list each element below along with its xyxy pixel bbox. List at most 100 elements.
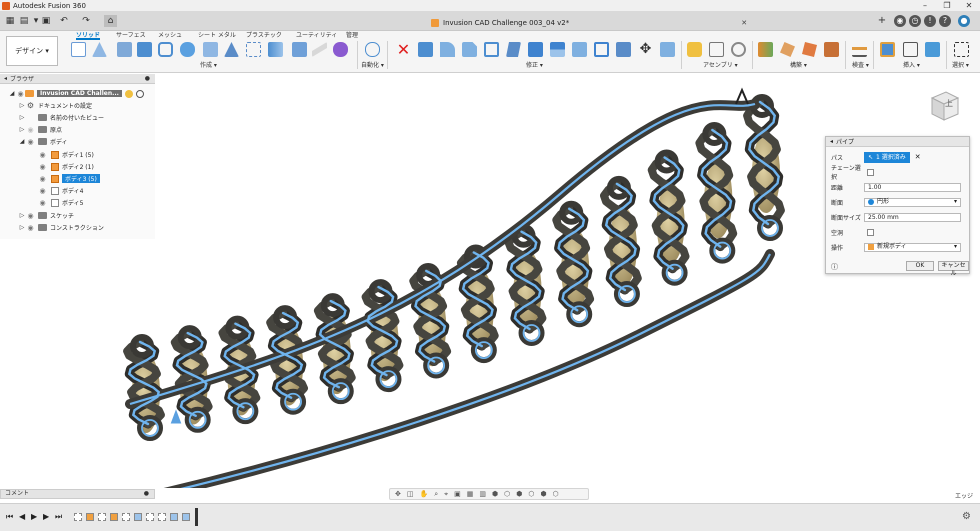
visibility-eye-icon[interactable]: ◉ [16, 90, 25, 98]
play-icon[interactable]: ▶ [31, 512, 37, 521]
file-menu-icon[interactable]: ▤ [18, 15, 30, 27]
add-comment-icon[interactable]: ● [144, 490, 149, 498]
create-group-label[interactable]: 作成 ▾ [200, 60, 217, 69]
tree-item-body1[interactable]: ◉ ボディ1 (5) [38, 149, 94, 160]
extrude-icon[interactable] [92, 42, 107, 57]
visibility-eye-icon[interactable]: ◉ [26, 212, 35, 220]
expand-arrow-icon[interactable]: ◢ [8, 90, 16, 97]
extensions-icon[interactable]: ◉ [894, 15, 906, 27]
tangent-plane-icon[interactable] [802, 42, 817, 57]
form-icon[interactable] [333, 42, 348, 57]
align-icon[interactable] [660, 42, 675, 57]
hole-icon[interactable] [158, 42, 173, 57]
fillet-icon[interactable] [440, 42, 455, 57]
maximize-icon[interactable]: ❐ [936, 0, 958, 11]
twisted-lattice-body[interactable] [123, 94, 785, 499]
select-group-label[interactable]: 選択 ▾ [952, 60, 969, 69]
minimize-icon[interactable]: – [914, 0, 936, 11]
collapse-icon[interactable]: ◂ [4, 75, 7, 82]
loft-icon[interactable] [203, 42, 218, 57]
selected-pipe-path[interactable] [127, 100, 780, 496]
tree-item-named-views[interactable]: ▷ 名前の付いたビュー [18, 112, 104, 123]
help-icon[interactable]: ? [939, 15, 951, 27]
expand-arrow-icon[interactable]: ▷ [18, 126, 26, 133]
radio-active-icon[interactable] [135, 89, 144, 98]
wireframe-view-icon[interactable]: ⬡ [504, 490, 510, 498]
close-tab-icon[interactable]: ✕ [741, 19, 747, 27]
pattern-icon[interactable] [292, 42, 307, 57]
expand-arrow-icon[interactable]: ▷ [18, 212, 26, 219]
section-size-input[interactable]: 25.00 mm [864, 212, 961, 222]
automate-group-label[interactable]: 自動化 ▾ [361, 60, 384, 69]
info-icon[interactable]: ⓘ [831, 262, 838, 272]
tab-plastic[interactable]: プラスチック [246, 31, 282, 40]
path-selection-button[interactable]: ↖ 1 選択済み [864, 151, 910, 163]
home-icon[interactable]: ⌂ [104, 15, 117, 27]
automate-icon[interactable] [365, 42, 380, 57]
delete-icon[interactable]: ✕ [396, 42, 411, 58]
orbit-icon[interactable]: ✥ [395, 490, 401, 498]
expand-arrow-icon[interactable]: ◢ [18, 138, 26, 145]
joint-icon[interactable] [709, 42, 724, 57]
distance-input[interactable]: 1.00 [864, 182, 961, 192]
fit-icon[interactable]: ⌖ [444, 490, 448, 499]
pan-icon[interactable]: ✋ [420, 490, 429, 498]
comments-panel[interactable]: コメント ● [0, 489, 155, 499]
combine-icon[interactable] [550, 42, 565, 57]
tab-solid[interactable]: ソリッド [76, 31, 101, 40]
visibility-eye-icon[interactable]: ◉ [26, 126, 35, 134]
visibility-eye-icon[interactable]: ◉ [38, 175, 47, 183]
visibility-eye-icon[interactable]: ◉ [26, 138, 35, 146]
document-tab[interactable]: Invusion CAD Challenge 003_04 v2* ✕ [425, 14, 753, 31]
section-dropdown[interactable]: 円形 ▾ [864, 197, 961, 207]
modify-group-label[interactable]: 修正 ▾ [526, 60, 543, 69]
grid-menu-icon[interactable]: ▦ [4, 15, 16, 27]
ok-button[interactable]: OK [906, 261, 934, 271]
operation-dropdown[interactable]: 新規ボディ ▾ [864, 242, 961, 252]
timeline-pipe-icon[interactable] [170, 513, 178, 521]
timeline-sketch-icon[interactable] [98, 513, 106, 521]
visibility-eye-icon[interactable]: ◉ [26, 224, 35, 232]
collapse-icon[interactable]: ◂ [830, 138, 833, 145]
sweep-icon[interactable] [180, 42, 195, 57]
tab-mesh[interactable]: メッシュ [158, 31, 182, 40]
visibility-eye-icon[interactable]: ◉ [38, 187, 47, 195]
thicken-icon[interactable] [312, 42, 327, 57]
viewports-icon[interactable]: ▥ [479, 490, 486, 498]
shell-icon[interactable] [484, 42, 499, 57]
zoom-icon[interactable]: ⌕ [434, 490, 438, 499]
construct-group-label[interactable]: 構築 ▾ [790, 60, 807, 69]
visual-style-icon[interactable]: ⬢ [516, 490, 522, 498]
plane-at-angle-icon[interactable] [780, 42, 795, 57]
draft-icon[interactable] [506, 42, 521, 57]
avatar[interactable]: ● [958, 15, 970, 27]
insert-mesh-icon[interactable] [903, 42, 918, 57]
effects-icon[interactable]: ⬢ [540, 490, 546, 498]
chamfer-icon[interactable] [462, 42, 477, 57]
midplane-icon[interactable] [824, 42, 839, 57]
expand-arrow-icon[interactable]: ▷ [18, 114, 26, 121]
timeline-pipe-icon[interactable] [182, 513, 190, 521]
view-cube[interactable]: 上 [928, 88, 960, 122]
assemble-group-label[interactable]: アセンブリ ▾ [703, 60, 738, 69]
visibility-eye-icon[interactable]: ◉ [38, 151, 47, 159]
scale-icon[interactable] [528, 42, 543, 57]
split-body-icon[interactable] [616, 42, 631, 57]
tree-item-construction[interactable]: ▷ ◉ コンストラクション [18, 222, 104, 233]
expand-arrow-icon[interactable]: ▷ [18, 102, 26, 109]
close-icon[interactable]: ✕ [958, 0, 980, 11]
tree-item-body2[interactable]: ◉ ボディ2 (1) [38, 161, 94, 172]
timeline-sketch-icon[interactable] [146, 513, 154, 521]
inspect-group-label[interactable]: 検査 ▾ [852, 60, 869, 69]
new-tab-icon[interactable]: + [876, 15, 888, 27]
pipe-dialog-header[interactable]: ◂ パイプ [826, 137, 969, 147]
tab-sheet-metal[interactable]: シート メタル [198, 31, 236, 40]
step-back-icon[interactable]: ◀ [19, 512, 25, 521]
activate-component-icon[interactable] [124, 89, 133, 98]
insert-canvas-icon[interactable] [925, 42, 940, 57]
cancel-button[interactable]: キャンセル [938, 261, 969, 277]
tree-item-origin[interactable]: ▷ ◉ 原点 [18, 124, 62, 135]
tree-item-body3[interactable]: ◉ ボディ3 (5) [38, 173, 100, 184]
undo-icon[interactable]: ↶ [58, 15, 70, 27]
chain-selection-checkbox[interactable] [867, 168, 874, 176]
